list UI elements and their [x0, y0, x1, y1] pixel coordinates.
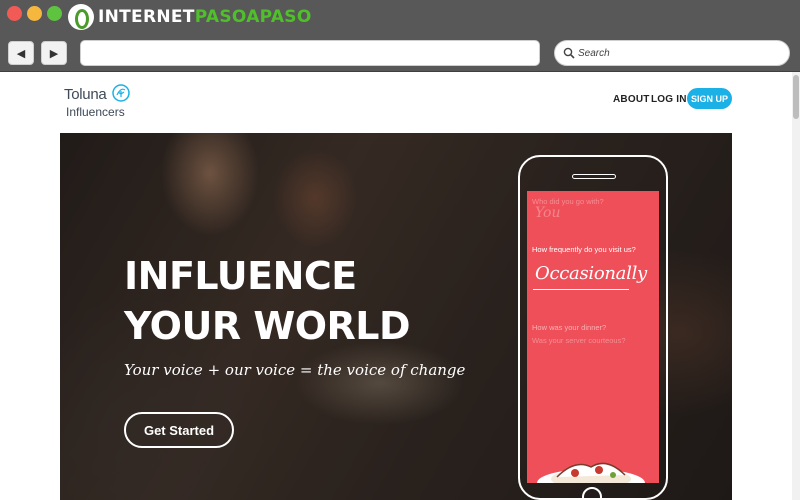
web-page: Toluna Influencers ABOUT LOG IN SIGN UP …: [0, 72, 800, 500]
logo-subtitle: Influencers: [66, 105, 125, 119]
get-started-button[interactable]: Get Started: [124, 412, 234, 448]
survey-question-server: Was your server courteous?: [532, 336, 626, 345]
watermark-text-secondary: PASOAPASO: [194, 7, 312, 27]
close-window-button[interactable]: [7, 6, 22, 21]
nav-about-label: ABOUT: [613, 93, 650, 105]
survey-question-frequency: How frequently do you visit us?: [532, 245, 636, 254]
survey-answer-frequency: Occasionally: [535, 263, 647, 284]
search-field[interactable]: Search: [554, 40, 790, 66]
nav-login-label: LOG IN: [651, 93, 687, 105]
logo-leaf-icon: [112, 84, 130, 102]
site-header: Toluna Influencers ABOUT LOG IN SIGN UP: [0, 72, 792, 132]
search-placeholder: Search: [578, 47, 610, 59]
phone-screen: Who did you go with? You How frequently …: [527, 191, 659, 483]
window-titlebar: INTERNET PASOAPASO: [0, 0, 800, 34]
phone-speaker: [572, 174, 616, 179]
phone-mockup: Who did you go with? You How frequently …: [518, 155, 668, 500]
browser-toolbar: ◀ ▶ Search: [0, 34, 800, 72]
toluna-logo[interactable]: Toluna Influencers: [64, 84, 144, 124]
phone-home-button: [582, 487, 602, 500]
arrow-left-icon: ◀: [16, 47, 26, 60]
nav-about[interactable]: ABOUT: [613, 88, 650, 110]
scrollbar-thumb[interactable]: [793, 75, 799, 119]
hero-title: INFLUENCE YOUR WORLD: [124, 254, 411, 348]
address-bar[interactable]: [80, 40, 540, 66]
watermark-icon: [68, 4, 94, 30]
back-button[interactable]: ◀: [8, 41, 34, 65]
signup-button[interactable]: SIGN UP: [687, 88, 732, 109]
nav-login[interactable]: LOG IN: [651, 88, 687, 110]
page-scrollbar[interactable]: [792, 72, 800, 500]
hero-banner: INFLUENCE YOUR WORLD Your voice + our vo…: [60, 133, 732, 500]
survey-question-dinner: How was your dinner?: [532, 323, 607, 332]
minimize-window-button[interactable]: [27, 6, 42, 21]
hero-subtitle: Your voice + our voice = the voice of ch…: [124, 361, 466, 379]
arrow-right-icon: ▶: [49, 47, 59, 60]
watermark-logo: INTERNET PASOAPASO: [68, 3, 312, 31]
survey-answer-faded: You: [535, 205, 561, 221]
maximize-window-button[interactable]: [47, 6, 62, 21]
answer-underline: [533, 289, 629, 290]
watermark-text-primary: INTERNET: [98, 7, 195, 27]
logo-wordmark: Toluna: [64, 86, 107, 103]
search-icon: [563, 47, 575, 59]
food-plate-image: [537, 462, 645, 483]
forward-button[interactable]: ▶: [41, 41, 67, 65]
